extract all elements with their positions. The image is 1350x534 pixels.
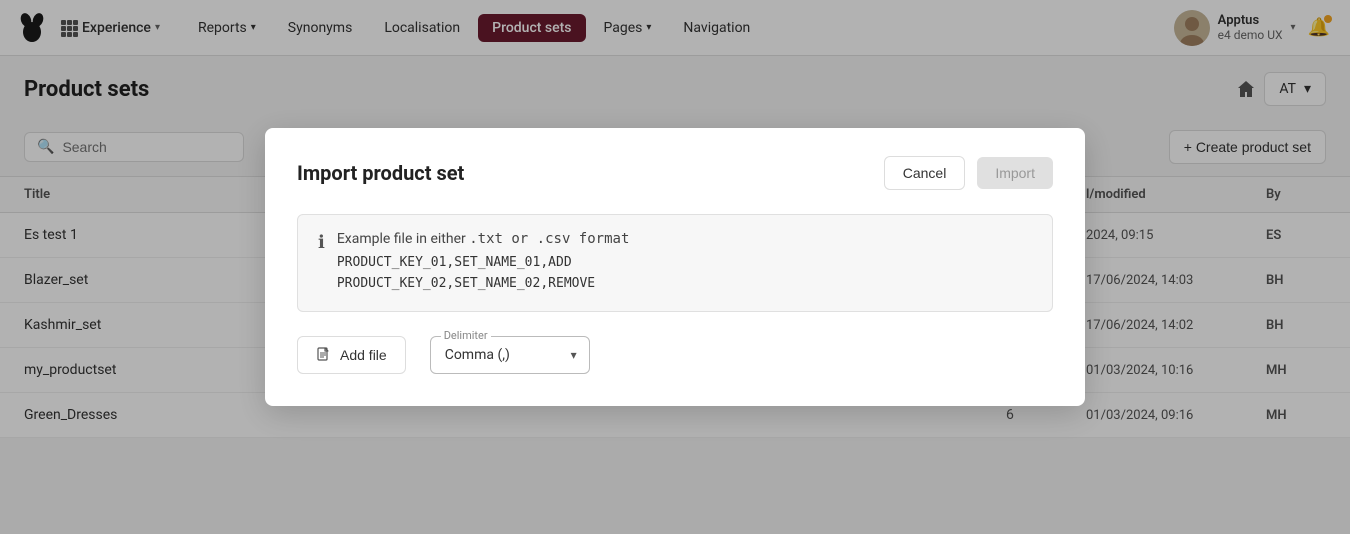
delimiter-label: Delimiter <box>441 329 491 342</box>
info-text: Example file in either .txt or .csv form… <box>337 231 630 247</box>
import-button[interactable]: Import <box>977 157 1053 189</box>
modal-header: Import product set Cancel Import <box>297 156 1053 190</box>
add-file-button[interactable]: Add file <box>297 336 406 374</box>
delimiter-wrapper: Delimiter Comma (,) ▾ <box>430 336 590 374</box>
info-content: Example file in either .txt or .csv form… <box>337 231 630 295</box>
delimiter-select[interactable]: Delimiter Comma (,) ▾ <box>430 336 590 374</box>
delimiter-value: Comma (,) <box>445 347 510 363</box>
modal-actions: Cancel Import <box>884 156 1053 190</box>
delimiter-caret-icon: ▾ <box>571 348 577 362</box>
file-icon <box>316 347 332 363</box>
info-icon: ℹ <box>318 232 325 295</box>
info-box: ℹ Example file in either .txt or .csv fo… <box>297 214 1053 312</box>
modal-overlay: Import product set Cancel Import ℹ Examp… <box>0 0 1350 534</box>
info-example: PRODUCT_KEY_01,SET_NAME_01,ADD PRODUCT_K… <box>337 253 630 295</box>
modal-title: Import product set <box>297 161 464 185</box>
import-modal: Import product set Cancel Import ℹ Examp… <box>265 128 1085 406</box>
cancel-button[interactable]: Cancel <box>884 156 966 190</box>
modal-body: Add file Delimiter Comma (,) ▾ <box>297 336 1053 374</box>
